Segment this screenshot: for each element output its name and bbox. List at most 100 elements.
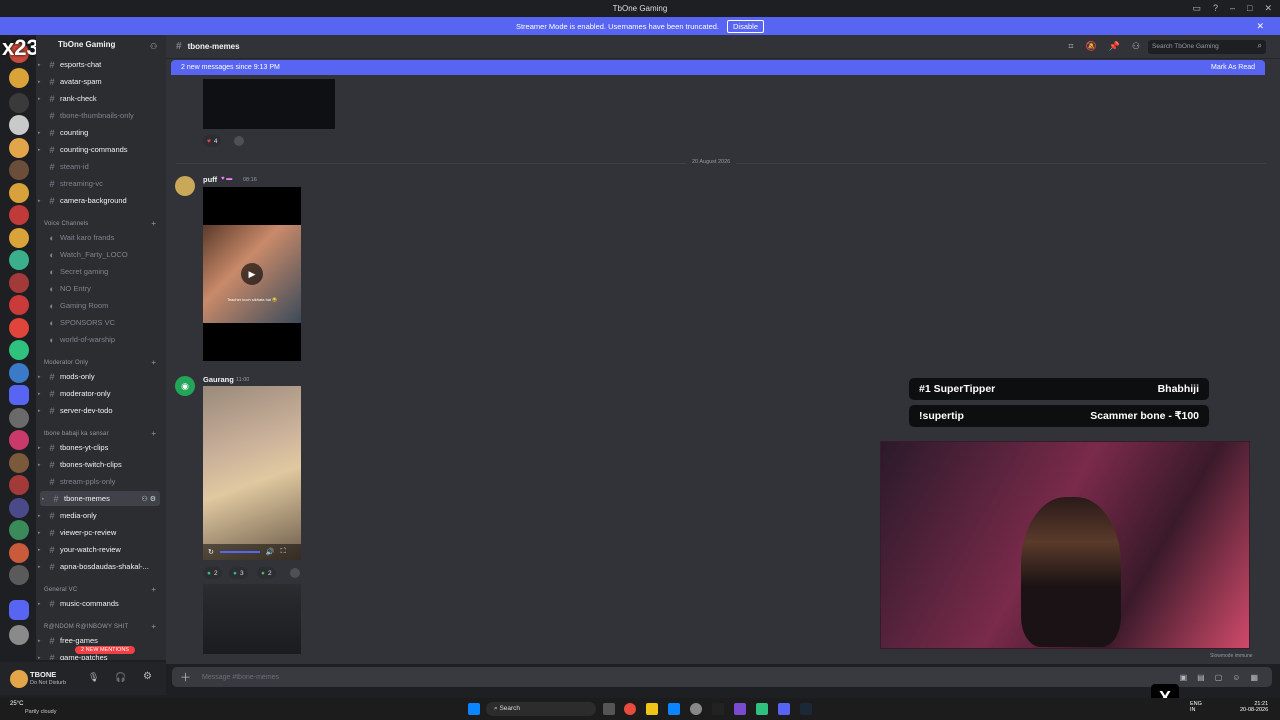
play-icon[interactable]: ▶	[241, 263, 263, 285]
channel-item[interactable]: ▸ # rank-check	[36, 91, 164, 106]
server-icon[interactable]	[9, 93, 29, 113]
channel-category[interactable]: General VC	[44, 587, 77, 593]
volume-icon[interactable]: 🔊	[266, 548, 275, 556]
add-channel-icon[interactable]: +	[151, 429, 156, 438]
message-input[interactable]: Message #tbone-memes	[202, 674, 279, 681]
server-icon[interactable]	[9, 318, 29, 338]
volume-slider[interactable]	[219, 551, 260, 553]
server-icon[interactable]	[9, 625, 29, 645]
channel-item[interactable]: ▸ # moderator-only	[36, 386, 164, 401]
task-view-icon[interactable]	[603, 703, 615, 715]
server-icon[interactable]	[9, 520, 29, 540]
channel-item[interactable]: ◐ SPONSORS VC	[36, 315, 164, 330]
reaction-chip[interactable]: ● 2	[203, 567, 222, 579]
language-indicator[interactable]: ENG IN	[1190, 701, 1202, 713]
reaction-chip[interactable]: ● 2	[257, 567, 276, 579]
fullscreen-icon[interactable]: ⛶	[281, 548, 286, 556]
pinned-messages-icon[interactable]: 📌	[1109, 41, 1120, 52]
server-icon[interactable]	[9, 205, 29, 225]
channel-item[interactable]: ▸ # camera-background	[36, 193, 164, 208]
app-icon[interactable]	[712, 703, 724, 715]
channel-item[interactable]: ▸ # media-only	[36, 508, 164, 523]
channel-item[interactable]: ◐ Secret gaming	[36, 264, 164, 279]
steam-icon[interactable]	[800, 703, 812, 715]
avatar[interactable]	[175, 176, 195, 196]
channel-item[interactable]: ◐ world-of-warship	[36, 332, 164, 347]
mail-icon[interactable]	[668, 703, 680, 715]
message-author[interactable]: Gaurang	[203, 375, 234, 384]
server-icon[interactable]	[9, 228, 29, 248]
folder-icon[interactable]	[9, 385, 29, 405]
close-icon[interactable]: ✕	[1256, 21, 1264, 32]
headphones-icon[interactable]: 🎧	[115, 672, 126, 683]
reaction-chip[interactable]: ● 3	[229, 567, 248, 579]
reaction-heart[interactable]: ♥ 4	[203, 135, 222, 147]
video-attachment[interactable]: ↻ 🔊 ⛶	[203, 386, 301, 560]
media-attachment[interactable]	[203, 584, 301, 654]
weather-temp[interactable]: 25°C	[10, 701, 23, 707]
server-icon[interactable]	[9, 250, 29, 270]
replay-icon[interactable]: ↻	[208, 548, 214, 556]
channel-item[interactable]: ▸ # viewer-pc-review	[36, 525, 164, 540]
discord-logo-icon[interactable]: ◉	[175, 376, 195, 396]
add-channel-icon[interactable]: +	[151, 219, 156, 228]
channel-item[interactable]: ◐ NO Entry	[36, 281, 164, 296]
app-icon[interactable]	[690, 703, 702, 715]
clock[interactable]: 21:21 20-08-2026	[1240, 701, 1268, 713]
sticker-icon[interactable]: ▢	[1215, 673, 1223, 682]
taskbar-search[interactable]: ⌕ Search	[486, 702, 596, 716]
add-attachment-icon[interactable]: ＋	[180, 669, 191, 685]
server-icon[interactable]	[9, 160, 29, 180]
add-reaction-icon[interactable]	[290, 568, 300, 578]
channel-item[interactable]: ▸ # server-dev-todo	[36, 403, 164, 418]
channel-item[interactable]: ▸ # avatar-spam	[36, 74, 164, 89]
server-icon[interactable]	[9, 273, 29, 293]
server-icon[interactable]	[9, 498, 29, 518]
disable-streamer-mode-button[interactable]: Disable	[727, 19, 765, 33]
message-composer[interactable]: ＋ Message #tbone-memes ▣ ▤ ▢ ☺ ▦	[172, 667, 1272, 687]
server-icon[interactable]	[9, 453, 29, 473]
channel-item[interactable]: # streaming-vc	[36, 176, 164, 191]
inbox-icon[interactable]: ▭	[1192, 3, 1201, 14]
add-channel-icon[interactable]: +	[151, 358, 156, 367]
channel-item[interactable]: ▸ # music-commands	[36, 596, 164, 611]
apps-icon[interactable]: ▦	[1250, 673, 1258, 682]
minimize-button[interactable]: –	[1230, 3, 1235, 14]
threads-icon[interactable]: ⌗	[1068, 41, 1073, 52]
channel-item[interactable]: ▸ # tbone-memes ⚇ ⚙	[40, 491, 160, 506]
add-reaction-icon[interactable]	[234, 136, 244, 146]
channel-item[interactable]: ◐ Gaming Room	[36, 298, 164, 313]
channel-item[interactable]: ▸ # apna-bosdaudas-shakal-...	[36, 559, 164, 574]
help-icon[interactable]: ?	[1213, 3, 1218, 14]
channel-category[interactable]: tbone babaji ka sansar	[44, 431, 109, 437]
folder-icon[interactable]	[9, 600, 29, 620]
server-icon[interactable]	[9, 183, 29, 203]
avatar[interactable]	[10, 670, 28, 688]
channel-item[interactable]: ▸ # esports-chat	[36, 57, 164, 72]
video-attachment[interactable]: ▶ Teacher kuch sikhata hai 😂	[203, 187, 301, 361]
add-member-icon[interactable]: ⚇	[150, 42, 157, 51]
server-icon[interactable]	[9, 408, 29, 428]
server-icon[interactable]	[9, 340, 29, 360]
channel-item[interactable]: ◐ Wait karo frands	[36, 230, 164, 245]
server-icon[interactable]	[9, 543, 29, 563]
channel-item[interactable]: ▸ # counting	[36, 125, 164, 140]
add-channel-icon[interactable]: +	[151, 622, 156, 631]
discord-taskbar-icon[interactable]	[778, 703, 790, 715]
server-icon[interactable]	[9, 295, 29, 315]
mark-as-read-button[interactable]: Mark As Read	[1211, 64, 1255, 71]
media-attachment[interactable]	[203, 79, 335, 129]
app-icon[interactable]	[734, 703, 746, 715]
gif-icon[interactable]: ▤	[1197, 673, 1205, 682]
search-input[interactable]: Search TbOne Gaming	[1148, 40, 1266, 54]
server-icon[interactable]	[9, 138, 29, 158]
server-icon[interactable]	[9, 475, 29, 495]
server-icon[interactable]	[9, 430, 29, 450]
channel-item[interactable]: # tbone-thumbnails-only	[36, 108, 164, 123]
channel-item[interactable]: ▸ # mods-only	[36, 369, 164, 384]
close-button[interactable]: ✕	[1264, 3, 1272, 14]
server-icon[interactable]	[9, 565, 29, 585]
new-mentions-pill[interactable]: 2 NEW MENTIONS	[75, 646, 135, 654]
channel-item[interactable]: ▸ # your-watch-review	[36, 542, 164, 557]
chrome-icon[interactable]	[624, 703, 636, 715]
